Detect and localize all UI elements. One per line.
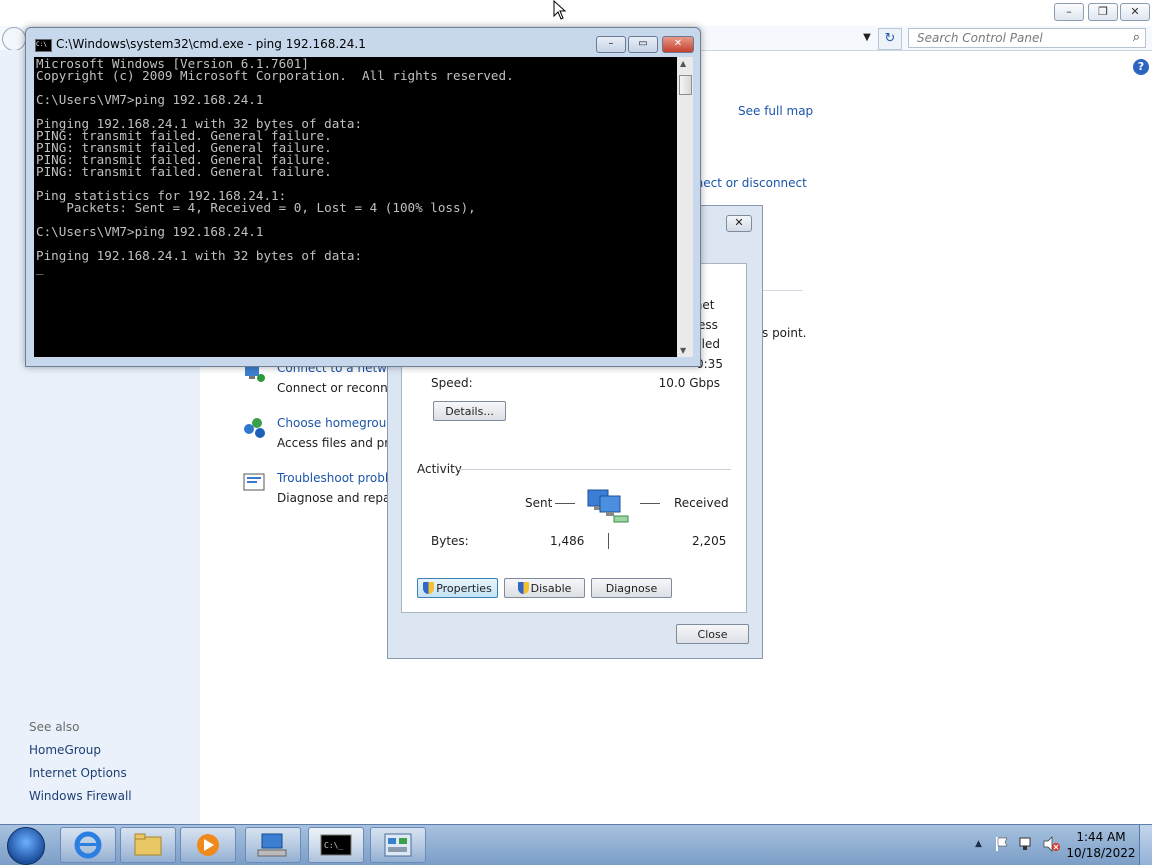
- troubleshoot-icon: [243, 472, 267, 497]
- taskbar-ie-button[interactable]: [60, 827, 116, 863]
- see-also-windows-firewall-link[interactable]: Windows Firewall: [29, 789, 132, 803]
- disable-button[interactable]: Disable: [504, 578, 585, 598]
- help-icon[interactable]: ?: [1133, 59, 1149, 75]
- search-icon[interactable]: ⌕: [1133, 30, 1140, 45]
- see-also-internet-options-link[interactable]: Internet Options: [29, 766, 127, 780]
- tray-clock[interactable]: 1:44 AM 10/18/2022: [1066, 829, 1136, 861]
- sent-line: [555, 503, 575, 504]
- cmd-icon: C:\_: [320, 834, 352, 856]
- received-label: Received: [674, 496, 729, 510]
- activity-label: Activity: [417, 462, 462, 476]
- cmd-maximize-button[interactable]: ▭: [628, 36, 658, 53]
- cmd-window-title: C:\Windows\system32\cmd.exe - ping 192.1…: [56, 37, 366, 51]
- clock-time: 1:44 AM: [1076, 830, 1126, 844]
- mouse-cursor-icon: [553, 0, 567, 23]
- bytes-separator: [608, 533, 609, 549]
- taskbar: C:\_ ▲ 1:44 AM 10/18/2022: [0, 824, 1152, 865]
- network-computer-icon: [257, 833, 287, 857]
- task-troubleshoot-desc: Diagnose and repair n: [277, 491, 387, 505]
- windows-logo-icon: [7, 827, 45, 865]
- close-button[interactable]: Close: [676, 624, 749, 644]
- action-center-flag-icon[interactable]: [995, 836, 1009, 855]
- scroll-up-icon[interactable]: ▲: [680, 59, 686, 68]
- clock-date: 10/18/2022: [1066, 846, 1136, 860]
- show-desktop-button[interactable]: [1139, 825, 1152, 865]
- shield-icon: [517, 582, 529, 594]
- sent-label: Sent: [525, 496, 553, 510]
- disable-button-label: Disable: [530, 582, 572, 595]
- network-tray-icon[interactable]: [1018, 836, 1034, 855]
- bytes-label: Bytes:: [431, 534, 469, 548]
- bytes-sent-value: 1,486: [550, 534, 585, 548]
- address-dropdown-icon[interactable]: ▼: [858, 30, 876, 46]
- bytes-received-value: 2,205: [692, 534, 727, 548]
- scroll-down-icon[interactable]: ▼: [680, 346, 686, 355]
- taskbar-cmd-button[interactable]: C:\_: [308, 827, 364, 863]
- connect-disconnect-link[interactable]: nnect or disconnect: [688, 176, 807, 190]
- internet-explorer-icon: [74, 831, 102, 859]
- cp-close-button[interactable]: ✕: [1120, 3, 1150, 21]
- taskbar-control-panel-button[interactable]: [370, 827, 426, 863]
- shield-icon: [423, 582, 435, 594]
- diagnose-button[interactable]: Diagnose: [591, 578, 672, 598]
- svg-text:C:\_: C:\_: [324, 841, 343, 850]
- cmd-minimize-button[interactable]: –: [596, 36, 626, 53]
- cmd-close-button[interactable]: ✕: [662, 36, 694, 53]
- cp-minimize-button[interactable]: –: [1054, 3, 1084, 21]
- properties-button-label: Properties: [436, 582, 492, 595]
- search-placeholder: Search Control Panel: [917, 31, 1043, 45]
- homegroup-icon: [243, 417, 267, 442]
- volume-muted-icon[interactable]: [1043, 836, 1061, 855]
- cmd-app-icon: C:\: [35, 39, 52, 52]
- show-hidden-icons-icon[interactable]: ▲: [975, 839, 982, 849]
- console-output[interactable]: Microsoft Windows [Version 6.1.7601] Cop…: [34, 57, 677, 357]
- received-line: [640, 503, 660, 504]
- see-also-homegroup-link[interactable]: HomeGroup: [29, 743, 101, 757]
- back-button[interactable]: [2, 27, 26, 51]
- details-button[interactable]: Details...: [433, 401, 506, 421]
- scroll-thumb[interactable]: [679, 75, 692, 95]
- see-full-map-link[interactable]: See full map: [738, 104, 813, 118]
- activity-divider: [459, 469, 731, 470]
- task-connect-network-desc: Connect or reconnect: [277, 381, 387, 395]
- control-panel-icon: [384, 833, 412, 857]
- task-homegroup-desc: Access files and print: [277, 436, 387, 450]
- console-scrollbar[interactable]: ▲ ▼: [677, 57, 693, 357]
- cmd-window[interactable]: C:\ C:\Windows\system32\cmd.exe - ping 1…: [25, 27, 701, 367]
- speed-label: Speed:: [431, 376, 473, 390]
- refresh-icon[interactable]: ↻: [878, 28, 902, 50]
- taskbar-media-player-button[interactable]: [180, 827, 236, 863]
- task-troubleshoot-link[interactable]: Troubleshoot problem: [277, 471, 387, 485]
- folder-icon: [134, 833, 162, 856]
- media-player-icon: [197, 834, 219, 856]
- see-also-heading: See also: [29, 720, 80, 734]
- taskbar-explorer-button[interactable]: [120, 827, 176, 863]
- taskbar-network-button[interactable]: [245, 827, 301, 863]
- network-activity-icon: [586, 486, 634, 533]
- dialog-close-icon[interactable]: ✕: [726, 215, 752, 232]
- access-point-text: s point.: [762, 326, 807, 340]
- search-input[interactable]: Search Control Panel ⌕: [908, 28, 1146, 48]
- properties-button[interactable]: Properties: [417, 578, 498, 598]
- speed-value: 10.0 Gbps: [658, 376, 720, 390]
- task-homegroup-link[interactable]: Choose homegroup: [277, 416, 387, 430]
- start-button[interactable]: [3, 827, 47, 865]
- console-text: Microsoft Windows [Version 6.1.7601] Cop…: [36, 57, 514, 275]
- cp-restore-button[interactable]: ❐: [1088, 3, 1118, 21]
